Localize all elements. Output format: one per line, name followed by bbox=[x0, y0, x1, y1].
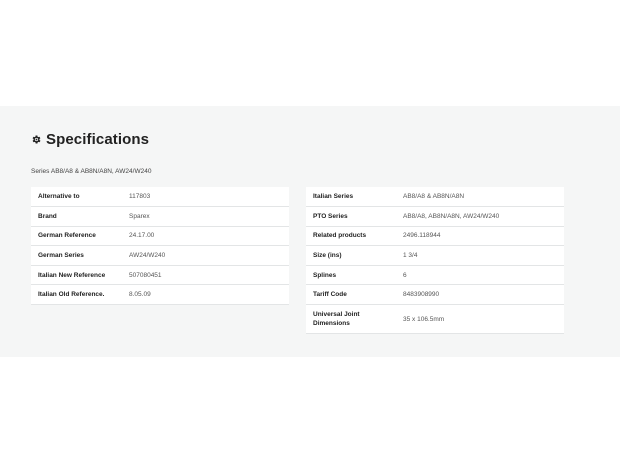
spec-key: German Reference bbox=[31, 226, 122, 247]
table-row: Italian New Reference 507080451 bbox=[31, 265, 289, 286]
table-row: Italian Series AB8/A8 & AB8N/A8N bbox=[306, 187, 564, 208]
spec-key: PTO Series bbox=[306, 206, 396, 227]
spec-key: Italian Series bbox=[306, 187, 396, 208]
table-row: Universal Joint Dimensions 35 x 106.5mm bbox=[306, 304, 564, 335]
spec-table-right: Italian Series AB8/A8 & AB8N/A8N PTO Ser… bbox=[306, 187, 564, 335]
page-title: Specifications bbox=[46, 131, 150, 148]
table-row: Related products 2496.118944 bbox=[306, 226, 564, 247]
gear-icon bbox=[32, 135, 41, 144]
spec-key: Universal Joint Dimensions bbox=[306, 304, 396, 335]
spec-key: Tariff Code bbox=[306, 284, 396, 306]
spec-value: AB8/A8 & AB8N/A8N bbox=[396, 187, 564, 208]
table-row: Tariff Code 8483908990 bbox=[306, 284, 564, 306]
specifications-heading: Specifications bbox=[31, 131, 149, 148]
spec-value: 2496.118944 bbox=[396, 226, 564, 247]
spec-key: Size (ins) bbox=[306, 245, 396, 266]
table-row: Brand Sparex bbox=[31, 206, 289, 227]
spec-value: 507080451 bbox=[122, 265, 289, 286]
table-row: German Reference 24.17.00 bbox=[31, 226, 289, 247]
spec-key: Splines bbox=[306, 265, 396, 286]
spec-table-left: Alternative to 117803 Brand Sparex Germa… bbox=[31, 187, 289, 306]
spec-value: 8483908990 bbox=[396, 284, 564, 306]
spec-value: 35 x 106.5mm bbox=[396, 304, 564, 335]
table-row: PTO Series AB8/A8, AB8N/A8N, AW24/W240 bbox=[306, 206, 564, 227]
spec-value: 6 bbox=[396, 265, 564, 286]
spec-value: 24.17.00 bbox=[122, 226, 289, 247]
table-row: Alternative to 117803 bbox=[31, 187, 289, 208]
spec-value: AW24/W240 bbox=[122, 245, 289, 266]
spec-key: Brand bbox=[31, 206, 122, 227]
spec-value: 1 3/4 bbox=[396, 245, 564, 266]
spec-key: Italian New Reference bbox=[31, 265, 122, 286]
spec-key: Alternative to bbox=[31, 187, 122, 208]
spec-value: 8.05.09 bbox=[122, 284, 289, 306]
table-row: German Series AW24/W240 bbox=[31, 245, 289, 266]
spec-value: 117803 bbox=[122, 187, 289, 208]
spec-key: Related products bbox=[306, 226, 396, 247]
spec-key: German Series bbox=[31, 245, 122, 266]
spec-value: Sparex bbox=[122, 206, 289, 227]
table-row: Italian Old Reference. 8.05.09 bbox=[31, 284, 289, 306]
series-description: Series AB8/A8 & AB8N/A8N, AW24/W240 bbox=[31, 168, 152, 175]
table-row: Size (ins) 1 3/4 bbox=[306, 245, 564, 266]
table-row: Splines 6 bbox=[306, 265, 564, 286]
spec-key: Italian Old Reference. bbox=[31, 284, 122, 306]
spec-value: AB8/A8, AB8N/A8N, AW24/W240 bbox=[396, 206, 564, 227]
